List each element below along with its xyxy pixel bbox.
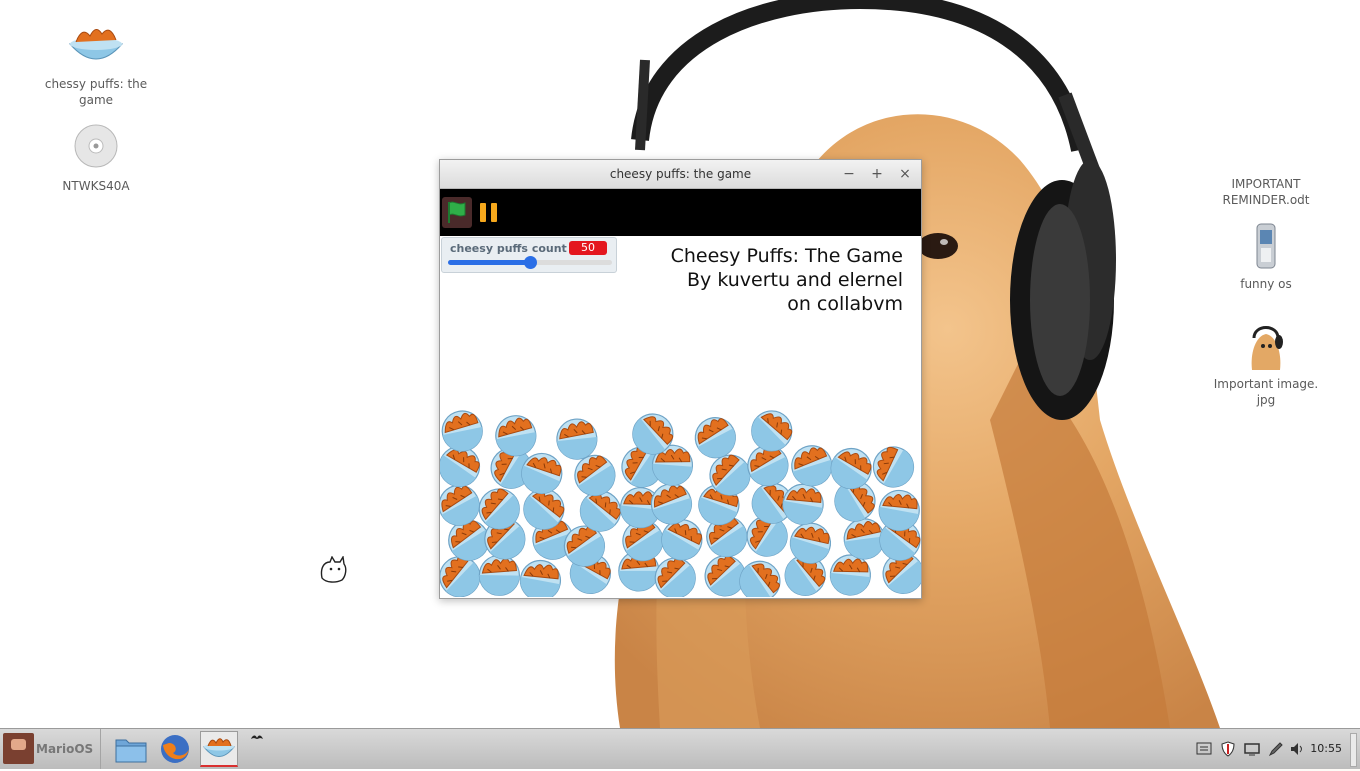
cd-disc-icon [74, 124, 118, 168]
pause-bar [491, 203, 497, 222]
taskbar: MarioOS 10:55 [0, 728, 1360, 769]
desktop-icon-cheesy-puffs[interactable]: chessy puffs: the game [41, 22, 151, 108]
pause-bar [480, 203, 486, 222]
start-label: MarioOS [36, 742, 94, 756]
monitor-value: 50 [569, 241, 607, 255]
desktop-icon-label: chessy puffs: the game [44, 77, 148, 107]
desktop-icon-label: Important image. jpg [1213, 377, 1319, 407]
cheese-puffs-bowl [441, 410, 483, 452]
document-icon [1236, 126, 1296, 174]
desktop-icon-label: funny os [1240, 277, 1292, 291]
cheese-puffs-bowl [782, 483, 824, 525]
cheese-puffs-bowl [519, 559, 562, 597]
stage-title-line: By kuvertu and elernel [687, 269, 903, 291]
firefox-icon [161, 735, 189, 763]
cheesy-puffs-task-button[interactable] [200, 731, 238, 767]
stage-title-line: Cheesy Puffs: The Game [670, 245, 903, 267]
game-window: cheesy puffs: the game − + × cheesy puff… [439, 159, 922, 599]
monitor-label: cheesy puffs count [450, 242, 567, 255]
notes-icon[interactable] [1196, 741, 1212, 757]
shield-icon[interactable] [1220, 741, 1236, 757]
desktop-icon-important-reminder[interactable]: IMPORTANT REMINDER.odt [1211, 126, 1321, 208]
cheese-puffs-bowl-icon [202, 738, 236, 757]
variable-monitor: cheesy puffs count 50 [441, 237, 617, 273]
firefox-button[interactable] [156, 731, 194, 767]
file-manager-button[interactable] [112, 731, 150, 767]
pen-icon[interactable] [1268, 741, 1284, 757]
slider-fill [448, 260, 530, 265]
cheese-puffs-bowl [739, 560, 781, 597]
desktop-icon-label: NTWKS40A [62, 179, 130, 193]
cheese-puffs-bowl [872, 446, 915, 488]
maximize-button[interactable]: + [867, 164, 887, 184]
window-titlebar[interactable]: cheesy puffs: the game − + × [440, 160, 921, 189]
cheese-puffs-bowl [791, 445, 833, 487]
desktop-icon-important-image[interactable]: Important image. jpg [1211, 322, 1321, 408]
cheese-puffs-bowl [556, 418, 598, 460]
cheese-puffs-bowl [478, 554, 520, 596]
game-stage[interactable]: cheesy puffs count 50 Cheesy Puffs: The … [440, 236, 921, 597]
desktop-icon-funny-os[interactable]: funny os [1211, 222, 1321, 292]
phone-icon [1256, 223, 1276, 269]
start-avatar-icon [3, 733, 34, 764]
monitor-slider[interactable] [448, 256, 612, 269]
minimize-button[interactable]: − [839, 164, 859, 184]
display-icon[interactable] [1244, 741, 1260, 757]
image-thumbnail-icon [1251, 326, 1283, 370]
green-flag-button[interactable] [442, 197, 472, 228]
pause-button[interactable] [480, 203, 498, 222]
taskbar-resize-handle[interactable] [1350, 733, 1357, 767]
game-toolbar [440, 189, 921, 236]
desktop-icon-ntwks40a[interactable]: NTWKS40A [41, 124, 151, 194]
close-button[interactable]: × [895, 164, 915, 184]
cheese-puffs-bowl [829, 554, 872, 596]
cheese-puffs-bowl [751, 410, 793, 452]
folder-icon [115, 739, 147, 763]
mustache-icon [251, 735, 263, 739]
start-button[interactable]: MarioOS [0, 729, 101, 769]
volume-icon[interactable] [1289, 741, 1305, 757]
taskbar-clock[interactable]: 10:55 [1310, 742, 1342, 755]
slider-thumb[interactable] [524, 256, 537, 269]
stage-title-text: Cheesy Puffs: The Game By kuvertu and el… [671, 244, 903, 316]
cheese-puffs-bowl-icon [68, 29, 124, 60]
stage-title-line: on collabvm [787, 293, 903, 315]
cat-sprite-icon [320, 556, 347, 583]
desktop-icon-label: IMPORTANT REMINDER.odt [1222, 177, 1310, 207]
green-flag-icon [448, 201, 466, 223]
